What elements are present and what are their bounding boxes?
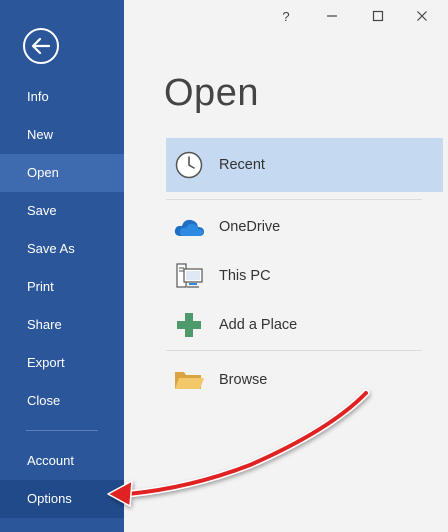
maximize-icon: [372, 10, 384, 22]
location-onedrive-label: OneDrive: [219, 219, 281, 235]
sidebar-item-share[interactable]: Share: [0, 306, 124, 344]
location-this-pc[interactable]: This PC: [166, 249, 443, 303]
close-window-button[interactable]: [402, 0, 442, 32]
open-pane: Open Recent OneDrive This PC Add a Place…: [124, 0, 448, 532]
sidebar-item-print[interactable]: Print: [0, 268, 124, 306]
location-this-pc-label: This PC: [219, 268, 271, 284]
clock-icon: [172, 148, 206, 182]
back-button[interactable]: [23, 28, 59, 64]
back-arrow-icon: [31, 37, 51, 55]
location-browse-label: Browse: [219, 372, 268, 388]
sidebar-divider: [26, 430, 98, 431]
sidebar-item-save[interactable]: Save: [0, 192, 124, 230]
sidebar-item-options[interactable]: Options: [0, 480, 124, 518]
minimize-icon: [327, 15, 337, 17]
location-onedrive[interactable]: OneDrive: [166, 200, 443, 254]
computer-icon: [172, 259, 206, 293]
location-separator: [166, 350, 422, 351]
sidebar-item-account[interactable]: Account: [0, 442, 124, 480]
backstage-sidebar: Info New Open Save Save As Print Share E…: [0, 0, 124, 532]
location-browse[interactable]: Browse: [166, 353, 443, 407]
sidebar-item-save-as[interactable]: Save As: [0, 230, 124, 268]
location-add-place[interactable]: Add a Place: [166, 298, 443, 352]
sidebar-item-close[interactable]: Close: [0, 382, 124, 420]
location-add-place-label: Add a Place: [219, 317, 298, 333]
plus-icon: [172, 308, 206, 342]
page-title: Open: [164, 72, 259, 114]
location-recent-label: Recent: [219, 157, 265, 173]
close-icon: [417, 11, 427, 21]
location-recent[interactable]: Recent: [166, 138, 443, 192]
sidebar-item-new[interactable]: New: [0, 116, 124, 154]
sidebar-item-open[interactable]: Open: [0, 154, 124, 192]
minimize-button[interactable]: [312, 0, 352, 32]
sidebar-item-export[interactable]: Export: [0, 344, 124, 382]
maximize-button[interactable]: [358, 0, 398, 32]
sidebar-item-info[interactable]: Info: [0, 78, 124, 116]
help-button[interactable]: ?: [266, 0, 306, 32]
folder-icon: [172, 363, 206, 397]
cloud-icon: [172, 210, 206, 244]
